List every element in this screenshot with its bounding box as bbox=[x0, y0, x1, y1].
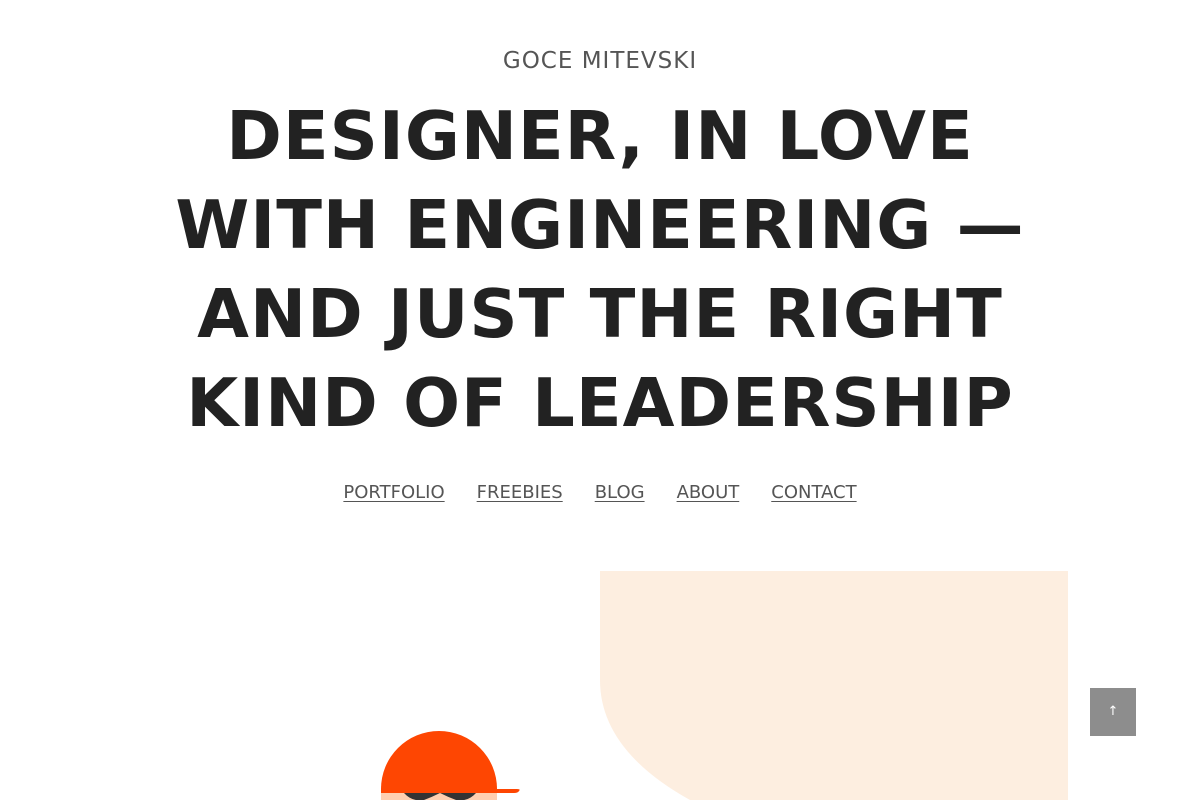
hero-background-panel bbox=[600, 571, 1068, 800]
nav-link-about[interactable]: ABOUT bbox=[677, 480, 740, 506]
nav-link-freebies[interactable]: FREEBIES bbox=[477, 480, 563, 506]
headline: DESIGNER, IN LOVE WITH ENGINEERING — AND… bbox=[0, 92, 1200, 448]
scroll-to-top-button[interactable]: ↑ bbox=[1090, 688, 1136, 736]
avatar-illustration bbox=[381, 731, 520, 800]
hero-illustration bbox=[381, 571, 1068, 800]
main-nav: PORTFOLIO FREEBIES BLOG ABOUT CONTACT bbox=[0, 480, 1200, 506]
headline-line: KIND OF LEADERSHIP bbox=[186, 364, 1014, 442]
headline-line: AND JUST THE RIGHT bbox=[197, 275, 1003, 353]
nav-link-contact[interactable]: CONTACT bbox=[771, 480, 856, 506]
site-name[interactable]: GOCE MITEVSKI bbox=[0, 46, 1200, 76]
headline-line: WITH ENGINEERING — bbox=[175, 186, 1025, 264]
arrow-up-icon: ↑ bbox=[1107, 704, 1119, 719]
cap-icon bbox=[381, 731, 520, 793]
headline-line: DESIGNER, IN LOVE bbox=[226, 97, 974, 175]
nav-link-blog[interactable]: BLOG bbox=[595, 480, 645, 506]
nav-link-portfolio[interactable]: PORTFOLIO bbox=[343, 480, 444, 506]
